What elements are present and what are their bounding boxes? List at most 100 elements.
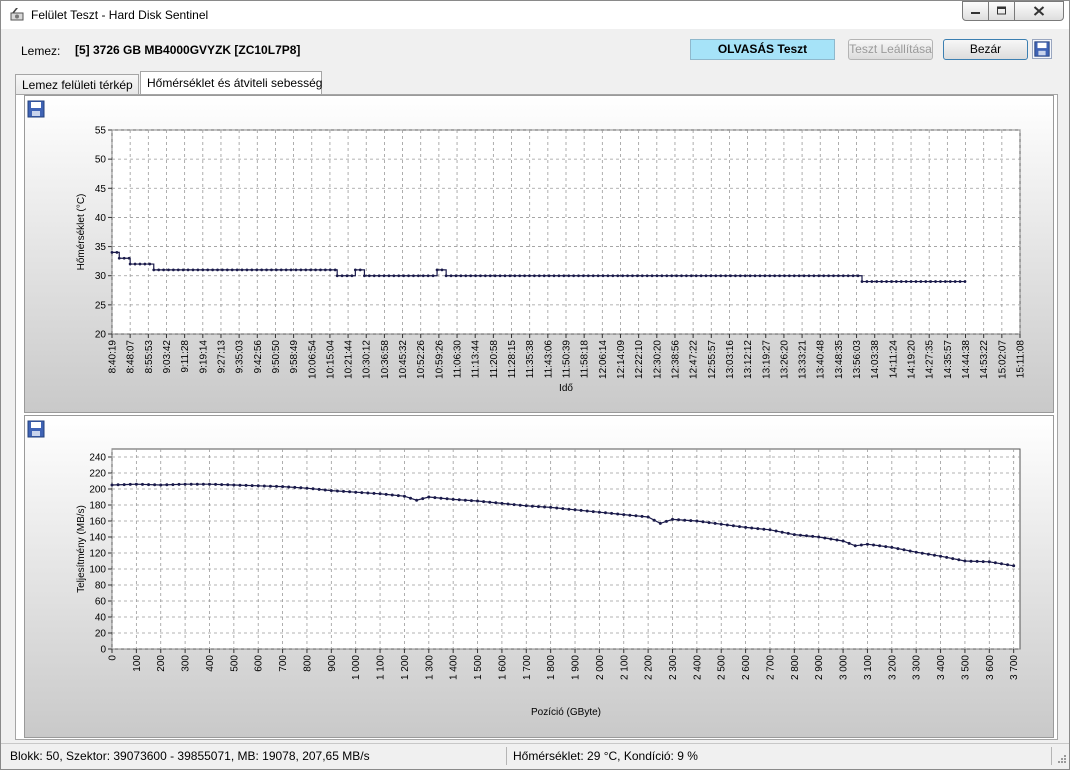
x-tick-label: 2 000 [595,655,606,680]
data-point [606,274,610,278]
data-point [488,500,492,504]
tab-temperature-speed[interactable]: Hőmérséklet és átviteli sebesség [140,71,322,95]
data-point [305,486,309,490]
data-point [616,512,620,516]
x-tick-label: 1 600 [497,655,508,680]
data-point [238,483,242,487]
x-axis-label: Pozíció (GByte) [531,707,601,718]
x-tick-label: 9:42:56 [253,340,264,374]
x-tick-label: 11:50:39 [562,340,573,379]
x-tick-label: 2 100 [619,655,630,680]
data-point [115,251,119,254]
data-point [783,274,786,278]
data-point [704,274,708,278]
maximize-button[interactable] [988,1,1015,21]
data-point [851,274,855,278]
data-point [240,268,244,272]
data-point [953,280,957,283]
y-tick-label: 200 [89,485,106,496]
data-point [431,274,435,278]
save-icon[interactable] [1032,39,1052,59]
data-point [932,553,936,557]
data-point [250,268,254,272]
data-point [870,280,874,283]
x-tick-label: 500 [229,655,240,672]
data-point [948,280,952,283]
data-point [189,482,193,486]
data-point [582,274,585,278]
data-point [333,268,337,272]
data-point [409,496,413,500]
data-point [518,503,522,507]
data-point [914,550,918,554]
data-point [811,534,815,538]
data-point [512,503,516,507]
x-tick-label: 3 000 [839,655,850,680]
data-point [245,268,249,272]
data-point [872,543,876,547]
disk-label: Lemez: [21,44,61,58]
data-point [426,274,430,278]
x-tick-label: 13:48:35 [834,340,845,379]
data-point [260,268,264,272]
close-window-button[interactable] [1014,1,1064,21]
data-point [957,558,961,562]
y-tick-label: 80 [95,581,107,592]
tab-surface-map[interactable]: Lemez felületi térkép [15,74,139,95]
minimize-button[interactable] [962,1,989,21]
x-tick-label: 10:36:58 [380,340,391,379]
resize-grip-icon[interactable] [1055,752,1067,766]
data-point [335,274,339,278]
data-point [878,544,882,548]
data-point [171,268,175,272]
data-point [750,526,754,530]
data-point [206,268,210,272]
data-point [433,496,437,500]
data-point [449,274,453,278]
data-point [427,495,431,499]
data-point [214,482,218,486]
x-tick-label: 300 [181,655,192,672]
x-tick-label: 1 200 [400,655,411,680]
x-tick-label: 2 200 [644,655,655,680]
data-point [542,274,546,278]
data-point [122,256,126,260]
y-axis-label: Teljesítmény (MB/s) [76,505,87,593]
x-tick-label: 13:12:12 [743,340,754,379]
data-point [945,555,949,559]
data-point [279,268,283,272]
data-point [707,521,711,525]
close-icon [1033,6,1045,16]
data-point [812,274,816,278]
data-point [287,485,291,489]
x-tick-label: 8:40:19 [108,340,119,374]
data-point [963,559,967,563]
x-tick-label: 13:33:21 [798,340,809,379]
throughput-chart: 0 20 40 60 80 100 120 140 160 180 200 220 240 0 100 200… [76,448,1021,718]
data-point [902,548,906,552]
data-point [827,274,830,278]
data-point [256,484,260,488]
data-point [914,280,918,283]
x-tick-label: 14:19:20 [907,340,918,379]
data-point [159,483,163,487]
disk-name: [5] 3726 GB MB4000GVYZK [ZC10L7P8] [75,43,301,57]
data-point [444,274,448,278]
x-tick-label: 1 900 [571,655,582,680]
data-point [798,533,802,537]
stop-test-button[interactable]: Teszt Leállítása [848,39,933,60]
data-point [157,268,161,272]
data-point [549,505,553,509]
data-point [758,274,762,278]
data-point [372,491,376,495]
plot-area [111,448,1021,650]
throughput-chart-area: 0 20 40 60 80 100 120 140 160 180 200 220 240 0 100 200… [24,415,1054,738]
data-point [250,484,254,488]
x-tick-label: 12:22:10 [634,340,645,379]
data-point [177,482,181,486]
data-point [128,262,132,266]
data-point [323,268,327,272]
close-button[interactable]: Bezár [943,39,1028,60]
data-point [536,505,540,509]
data-point [856,274,860,278]
